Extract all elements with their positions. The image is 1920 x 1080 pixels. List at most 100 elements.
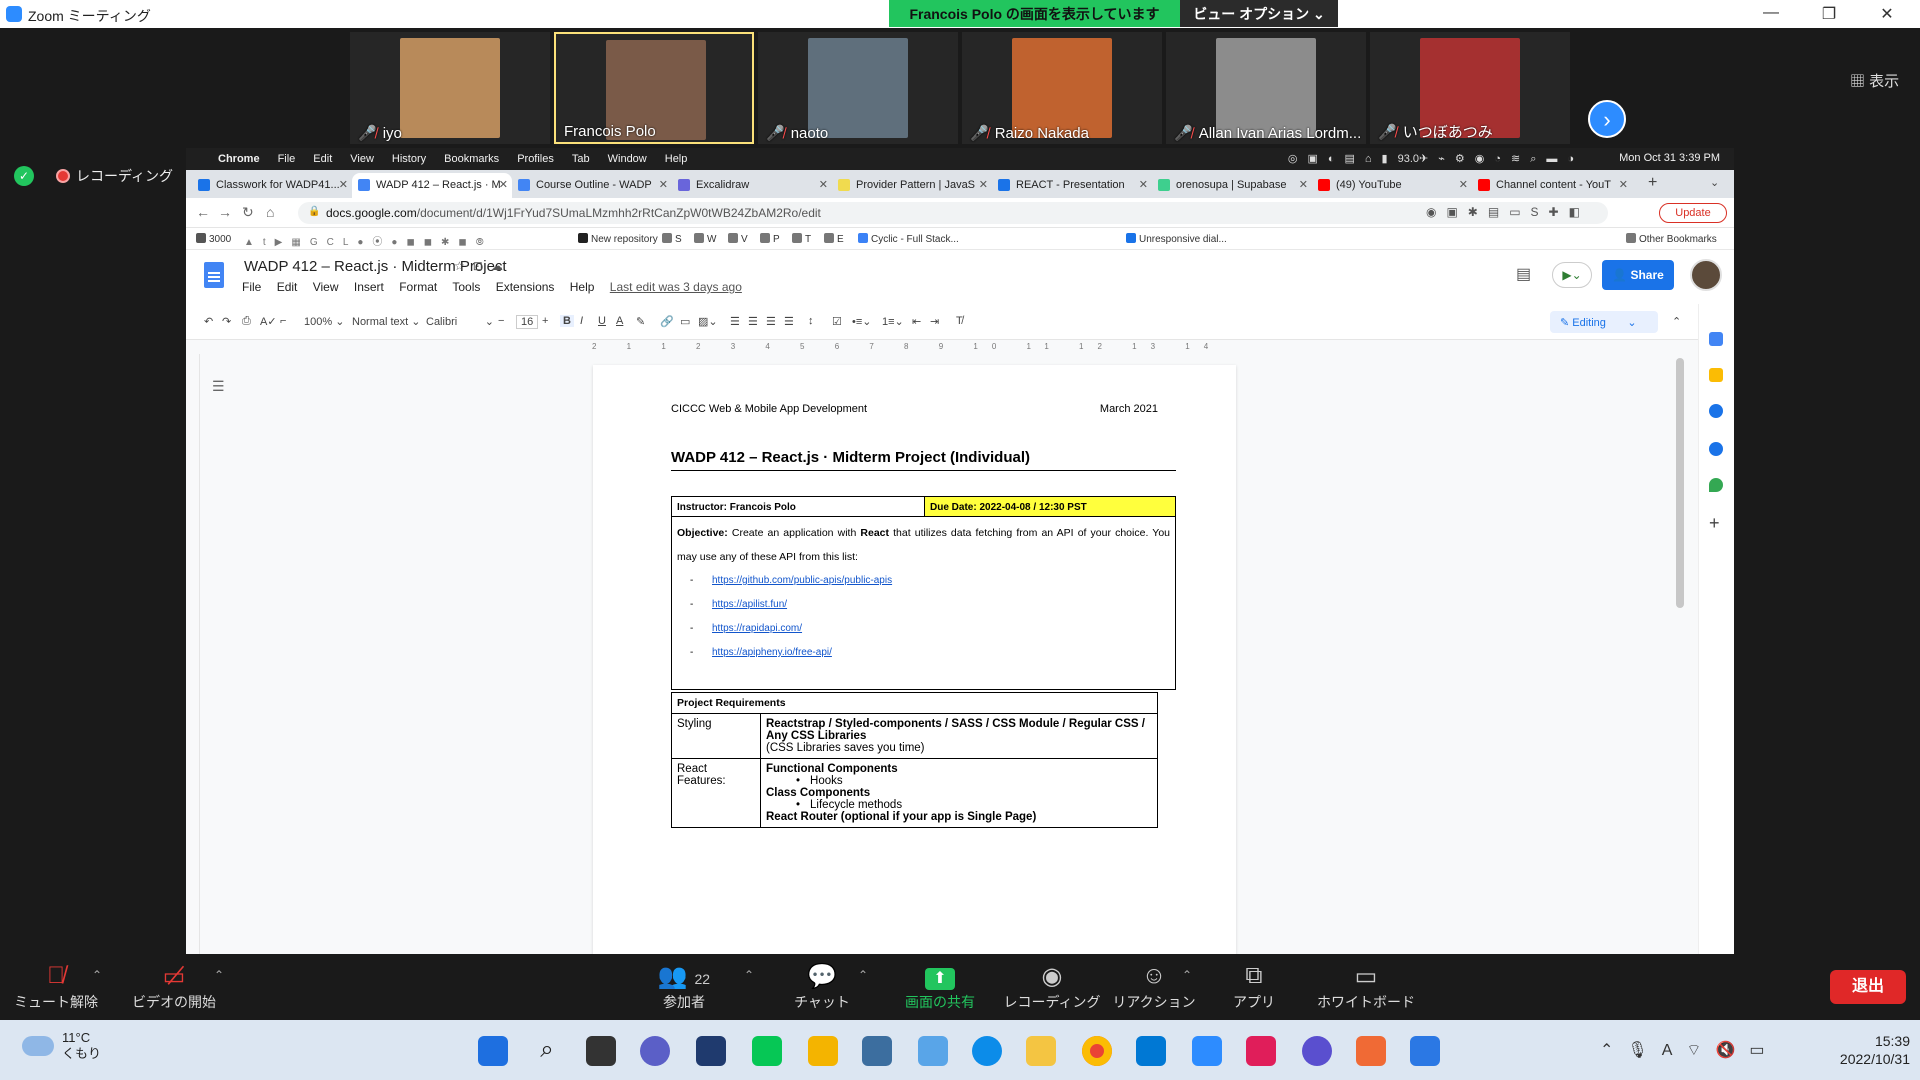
browser-tab[interactable]: Classwork for WADP41... ✕ (192, 173, 352, 198)
restore-icon[interactable]: ❐ (1814, 4, 1844, 24)
add-comment-icon[interactable]: ▭ (680, 315, 690, 328)
line-icon[interactable] (752, 1036, 782, 1066)
line-spacing-icon[interactable]: ↕ (808, 315, 814, 327)
docs-menu-edit[interactable]: Edit (277, 280, 298, 294)
decrease-indent-icon[interactable]: ⇤ (912, 315, 921, 328)
comments-icon[interactable]: ▤ (1516, 264, 1531, 284)
participant-tile[interactable]: 🎤̸ naoto (758, 32, 958, 144)
increase-font-size-icon[interactable]: + (542, 315, 548, 327)
share-button[interactable]: 👤 Share (1602, 260, 1674, 290)
leave-meeting-button[interactable]: 退出 (1830, 970, 1906, 1004)
share-screen-button[interactable]: ⬆ 画面の共有 (890, 962, 990, 1012)
highlight-icon[interactable]: ✎ (636, 315, 645, 328)
menu-tab[interactable]: Tab (572, 153, 590, 165)
tab-close-icon[interactable]: ✕ (1619, 178, 1628, 191)
xampp-icon[interactable] (1356, 1036, 1386, 1066)
zoom-select[interactable]: 100% ⌄ (304, 315, 344, 328)
browser-tab[interactable]: Excalidraw ✕ (672, 173, 832, 198)
record-button[interactable]: ◉ レコーディング (1002, 962, 1102, 1012)
show-hidden-icons-chevron-icon[interactable]: ⌃ (1600, 1042, 1627, 1059)
participants-button[interactable]: 👥 22 参加者 (634, 962, 734, 1012)
menu-profiles[interactable]: Profiles (517, 153, 554, 165)
participants-chevron-icon[interactable]: ⌃ (744, 968, 754, 982)
add-addon-plus-icon[interactable]: + (1709, 514, 1723, 532)
menubar-status-icons[interactable]: ◎▣◐▤⌂▮93.0✈⌁⚙◉◔≋⌕▬◑ (1288, 152, 1584, 166)
chat-button[interactable]: 💬 チャット (772, 962, 872, 1012)
menu-file[interactable]: File (278, 153, 296, 165)
tab-close-icon[interactable]: ✕ (819, 178, 828, 191)
menu-bookmarks[interactable]: Bookmarks (444, 153, 499, 165)
browser-tab[interactable]: Course Outline - WADP ✕ (512, 173, 672, 198)
bookmark-item[interactable]: Unresponsive dial... (1126, 233, 1227, 245)
style-select[interactable]: Normal text ⌄ (352, 315, 421, 328)
increase-indent-icon[interactable]: ⇥ (930, 315, 939, 328)
maps-icon[interactable] (1709, 478, 1723, 492)
whiteboard-button[interactable]: ▭ ホワイトボード (1316, 962, 1416, 1012)
zoom-icon[interactable] (1192, 1036, 1222, 1066)
participant-tile[interactable]: 🎤̸ Allan Ivan Arias Lordm... (1166, 32, 1366, 144)
bookmark-icons-row[interactable]: ▲t▶▦GCL●⦿●◼◼✱◼⦾ (244, 233, 493, 248)
tab-close-icon[interactable]: ✕ (979, 178, 988, 191)
document-page[interactable]: CICCC Web & Mobile App Development March… (593, 365, 1236, 954)
ime-icon[interactable]: A (1662, 1042, 1687, 1059)
italic-icon[interactable]: I (580, 315, 583, 327)
docs-menu-help[interactable]: Help (570, 280, 595, 294)
underline-icon[interactable]: U (598, 315, 606, 327)
undo-icon[interactable]: ↶ (204, 315, 213, 328)
scrollbar-thumb[interactable] (1676, 358, 1684, 608)
browser-tab-active[interactable]: WADP 412 – React.js · M ✕ (352, 173, 512, 198)
insert-image-icon[interactable]: ▨⌄ (698, 315, 718, 328)
bookmark-folder[interactable]: T (792, 233, 811, 245)
slack-icon[interactable] (1246, 1036, 1276, 1066)
participant-tile-active-speaker[interactable]: Francois Polo (554, 32, 754, 144)
next-page-arrow-icon[interactable]: › (1588, 100, 1626, 138)
chrome-icon[interactable] (1082, 1036, 1112, 1066)
edge-icon[interactable] (972, 1036, 1002, 1066)
vertical-ruler[interactable] (186, 354, 200, 954)
tab-close-icon[interactable]: ✕ (659, 178, 668, 191)
bookmark-item[interactable]: New repository (578, 233, 658, 245)
participant-tile[interactable]: 🎤̸ いつぼあつみ (1370, 32, 1570, 144)
align-right-icon[interactable]: ☰ (766, 315, 776, 328)
tab-close-icon[interactable]: ✕ (1299, 178, 1308, 191)
app-icon[interactable] (1302, 1036, 1332, 1066)
decrease-font-size-icon[interactable]: − (498, 315, 504, 327)
menu-app-name[interactable]: Chrome (218, 153, 260, 165)
font-size-input[interactable]: 16 (516, 315, 539, 329)
taskbar-clock[interactable]: 15:39 2022/10/31 (1810, 1032, 1910, 1068)
menu-window[interactable]: Window (608, 153, 647, 165)
api-link[interactable]: https://rapidapi.com/ (712, 623, 802, 634)
docs-menu-insert[interactable]: Insert (354, 280, 384, 294)
update-button[interactable]: Update (1659, 203, 1727, 223)
document-outline-icon[interactable]: ☰ (212, 378, 225, 395)
vscode-icon[interactable] (1136, 1036, 1166, 1066)
cloud-status-icon[interactable]: ☁ (491, 259, 511, 273)
align-left-icon[interactable]: ☰ (730, 315, 740, 328)
docs-menu-tools[interactable]: Tools (452, 280, 480, 294)
bookmark-item[interactable]: 3000 (196, 233, 231, 245)
home-icon[interactable]: ⌂ (266, 204, 274, 220)
checklist-icon[interactable]: ☑ (832, 315, 842, 328)
justify-icon[interactable]: ☰ (784, 315, 794, 328)
tab-close-icon[interactable]: ✕ (499, 178, 508, 191)
wifi-icon[interactable]: ⌔ (1686, 1042, 1715, 1059)
menu-help[interactable]: Help (665, 153, 688, 165)
teams-chat-icon[interactable] (640, 1036, 670, 1066)
chat-chevron-icon[interactable]: ⌃ (858, 968, 868, 982)
user-avatar[interactable] (1690, 259, 1722, 291)
keep-icon[interactable] (1709, 368, 1723, 382)
battery-icon[interactable]: ▭ (1749, 1042, 1778, 1059)
browser-tab[interactable]: (49) YouTube ✕ (1312, 173, 1472, 198)
task-view-icon[interactable] (586, 1036, 616, 1066)
participant-tile[interactable]: 🎤̸ iyo (350, 32, 550, 144)
minimize-icon[interactable]: — (1756, 4, 1786, 22)
move-folder-icon[interactable]: ⊡ (473, 259, 491, 273)
bookmark-folder[interactable]: E (824, 233, 844, 245)
browser-tab[interactable]: Channel content - YouT ✕ (1472, 173, 1632, 198)
search-icon[interactable]: ⌕ (532, 1036, 562, 1066)
video-options-chevron-icon[interactable]: ⌃ (214, 968, 224, 982)
text-color-icon[interactable]: A (616, 315, 623, 327)
redo-icon[interactable]: ↷ (222, 315, 231, 328)
google-docs-logo-icon[interactable] (204, 262, 224, 288)
docs-menu-view[interactable]: View (313, 280, 339, 294)
